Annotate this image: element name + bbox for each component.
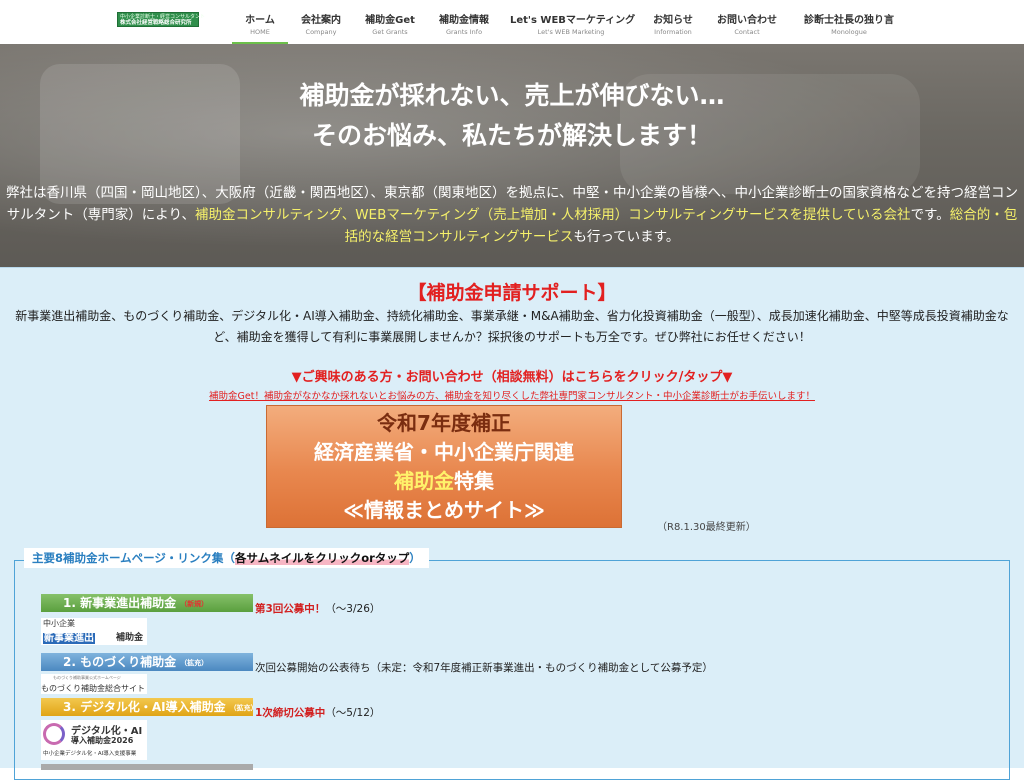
nav-sublabel: Monologue [831, 28, 867, 36]
nav-item-grants-info[interactable]: 補助金情報 Grants Info [434, 0, 494, 44]
grant-link-monozukuri[interactable]: 2. ものづくり補助金 （拡充） [41, 653, 253, 671]
thumb-text: ものづくり補助事業公式ホームページ [53, 675, 121, 680]
link-box-title-text: ） [409, 551, 421, 565]
status-highlight: 1次締切公募中 [255, 707, 326, 719]
nav-item-company[interactable]: 会社案内 Company [294, 0, 348, 44]
last-updated: （R8.1.30最終更新） [657, 522, 756, 533]
nav-label: お知らせ [653, 15, 693, 26]
link-box-title-text: 主要8補助金ホームページ・リンク集（ [32, 551, 235, 565]
nav-item-information[interactable]: お知らせ Information [646, 0, 700, 44]
thumb-text: 中小企業デジタル化・AI導入支援事業 [43, 751, 137, 757]
nav-label: ホーム [245, 15, 275, 26]
nav-item-monologue[interactable]: 診断士社長の独り言 Monologue [798, 0, 900, 44]
nav-item-contact[interactable]: お問い合わせ Contact [714, 0, 780, 44]
contact-cta[interactable]: ▼ご興味のある方・お問い合わせ（相談無料）はこちらをクリック/タップ▼ [0, 366, 1024, 385]
nav-item-home[interactable]: ホーム HOME [232, 0, 288, 44]
nav-sublabel: Company [305, 28, 337, 36]
grant-tag: （拡充） [180, 659, 209, 667]
link-box-title-emphasis: 各サムネイルをクリックorタップ [234, 551, 410, 565]
section-title: 【補助金申請サポート】 [407, 282, 617, 304]
thumb-text: 導入補助金2026 [71, 736, 134, 745]
grant-status: 1次締切公募中（〜5/12） [255, 705, 380, 720]
hero-section: 補助金が採れない、売上が伸びない… そのお悩み、私たちが解決します！ 弊社は香川… [0, 44, 1024, 267]
grant-label: 1. 新事業進出補助金 [63, 596, 177, 610]
grant-label: 2. ものづくり補助金 [63, 655, 177, 669]
hero-description: 弊社は香川県（四国・岡山地区）、大阪府（近畿・関西地区）、東京都（関東地区）を拠… [4, 182, 1020, 248]
logo-company-name: 株式会社経営戦略総合研究所 [120, 20, 192, 26]
nav-label: 補助金Get [365, 15, 415, 26]
thumb-text: 中小企業 [43, 619, 75, 628]
nav-sublabel: Grants Info [445, 28, 483, 36]
thumb-text: 補助金 [116, 633, 144, 643]
grant-link-new-business[interactable]: 1. 新事業進出補助金 （新規） [41, 594, 253, 612]
hero-title-line1: 補助金が採れない、売上が伸びない… [299, 81, 725, 110]
thumb-title: 新事業進出 [43, 629, 95, 644]
digital-ai-logo-icon [43, 723, 65, 745]
section-intro: 新事業進出補助金、ものづくり補助金、デジタル化・AI導入補助金、持続化補助金、事… [15, 309, 1009, 344]
hero-text: も行っています。 [573, 229, 680, 245]
status-text: （〜3/26） [325, 603, 381, 615]
site-header: 中小企業診断士・経営コンサルタント 株式会社経営戦略総合研究所 ホーム HOME… [0, 0, 1024, 44]
grant-thumbnail-new-business[interactable]: 中小企業 新事業進出 補助金 [41, 618, 147, 645]
grant-status: 第3回公募中！（〜3/26） [255, 601, 380, 616]
nav-sublabel: HOME [250, 28, 270, 36]
nav-label: 会社案内 [301, 15, 341, 26]
status-highlight: 第3回公募中！ [255, 603, 326, 615]
nav-label: 補助金情報 [439, 15, 489, 26]
link-box-title: 主要8補助金ホームページ・リンク集（各サムネイルをクリックorタップ） [24, 548, 429, 568]
banner-line: 令和7年度補正 [377, 411, 511, 435]
nav-item-web-marketing[interactable]: Let's WEBマーケティング Let's WEB Marketing [510, 0, 636, 44]
grant-thumbnail-monozukuri[interactable]: ものづくり補助事業公式ホームページ ものづくり補助金総合サイト [41, 674, 147, 694]
site-logo[interactable]: 中小企業診断士・経営コンサルタント 株式会社経営戦略総合研究所 [117, 12, 205, 27]
banner-line: ≪情報まとめサイト≫ [343, 498, 545, 522]
status-text: 次回公募開始の公表待ち（未定：令和7年度補正新事業進出・ものづくり補助金として公… [255, 662, 713, 674]
banner-line: 補助金特集 [267, 467, 621, 496]
nav-sublabel: Get Grants [372, 28, 408, 36]
nav-sublabel: Let's WEB Marketing [537, 28, 605, 36]
contact-cta-link[interactable]: 補助金Get！補助金がなかなか採れないとお悩みの方、補助金を知り尽くした弊社専門… [0, 388, 1024, 402]
grant-thumbnail-digital-ai[interactable]: デジタル化・AI 導入補助金2026 中小企業デジタル化・AI導入支援事業 [41, 720, 147, 760]
nav-item-get-grants[interactable]: 補助金Get Get Grants [360, 0, 420, 44]
grant-label: 3. デジタル化・AI導入補助金 [63, 700, 226, 714]
grant-tag: （新規） [180, 600, 209, 608]
nav-label: お問い合わせ [717, 15, 777, 26]
grant-link-digital-ai[interactable]: 3. デジタル化・AI導入補助金 （拡充） [41, 698, 258, 716]
nav-label: 診断士社長の独り言 [804, 15, 894, 26]
grant-info-banner[interactable]: 令和7年度補正 経済産業省・中小企業庁関連 補助金特集 ≪情報まとめサイト≫ [266, 405, 622, 528]
thumb-title-text: 新事業進出 [43, 633, 95, 644]
status-text: （〜5/12） [325, 707, 381, 719]
hero-text: です。 [910, 207, 950, 223]
thumb-text: ものづくり補助金総合サイト [41, 684, 145, 693]
grant-support-section: 【補助金申請サポート】 新事業進出補助金、ものづくり補助金、デジタル化・AI導入… [0, 267, 1024, 780]
grant-tag: （拡充） [229, 704, 258, 712]
grant-status: 次回公募開始の公表待ち（未定：令和7年度補正新事業進出・ものづくり補助金として公… [255, 660, 713, 675]
banner-highlight: 補助金 [394, 469, 454, 493]
nav-label: Let's WEBマーケティング [510, 15, 636, 26]
banner-text: 特集 [454, 469, 494, 493]
banner-line: 経済産業省・中小企業庁関連 [314, 440, 574, 464]
nav-sublabel: Contact [734, 28, 760, 36]
grant-link-partial[interactable] [41, 764, 253, 770]
nav-sublabel: Information [654, 28, 692, 36]
hero-highlight: 補助金コンサルティング、WEBマーケティング（売上増加・人材採用）コンサルティン… [194, 207, 911, 223]
hero-title-line2: そのお悩み、私たちが解決します！ [311, 121, 712, 150]
